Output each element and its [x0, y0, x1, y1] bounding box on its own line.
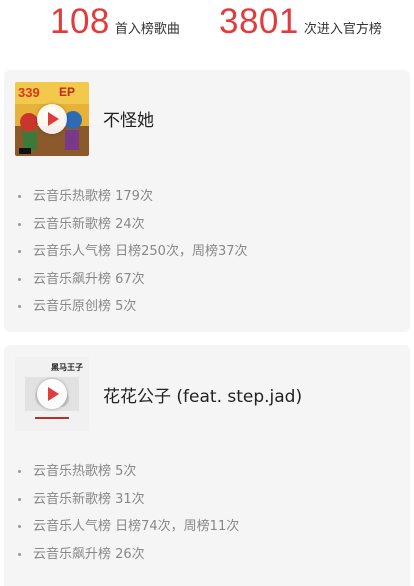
rank-text: 云音乐热歌榜 5次: [33, 464, 137, 479]
list-item: 云音乐新歌榜 31次: [18, 486, 239, 514]
song-title[interactable]: 不怪她: [103, 110, 154, 132]
dot-icon: [18, 250, 21, 254]
svg-text:339: 339: [18, 85, 40, 100]
album-cover[interactable]: 黑马王子: [15, 357, 89, 431]
chart-rank-list: 云音乐热歌榜 179次 云音乐新歌榜 24次 云音乐人气榜 日榜250次，周榜3…: [18, 183, 248, 321]
rank-text: 云音乐热歌榜 179次: [33, 189, 153, 204]
song-card: 339 EP 不怪她 云音乐热歌榜 179次 云音乐新歌榜 24次 云音乐人气榜…: [4, 70, 410, 332]
list-item: 云音乐飙升榜 67次: [18, 266, 248, 294]
song-title[interactable]: 花花公子 (feat. step.jad): [103, 386, 302, 408]
rank-text: 云音乐新歌榜 31次: [33, 491, 145, 507]
dot-icon: [18, 305, 21, 309]
dot-icon: [18, 552, 21, 556]
list-item: 云音乐原创榜 5次: [18, 293, 248, 321]
rank-text: 云音乐原创榜 5次: [33, 299, 137, 314]
stat-label: 首入榜歌曲: [114, 22, 180, 37]
list-item: 云音乐新歌榜 24次: [18, 211, 248, 239]
list-item: 云音乐人气榜 日榜250次，周榜37次: [18, 238, 248, 266]
rank-text: 云音乐飙升榜 67次: [33, 271, 145, 287]
dot-icon: [18, 497, 21, 501]
play-icon[interactable]: [37, 104, 67, 134]
svg-text:黑马王子: 黑马王子: [51, 362, 83, 372]
stat-first-entry-songs: 108 首入榜歌曲: [50, 2, 180, 42]
rank-text: 云音乐人气榜 日榜250次，周榜37次: [33, 244, 248, 259]
list-item: 云音乐热歌榜 179次: [18, 183, 248, 211]
list-item: 云音乐飙升榜 26次: [18, 541, 239, 569]
dot-icon: [18, 525, 21, 529]
stat-chart-entries: 3801 次进入官方榜: [219, 2, 382, 42]
svg-text:EP: EP: [59, 85, 75, 99]
dot-icon: [18, 470, 21, 474]
chart-rank-list: 云音乐热歌榜 5次 云音乐新歌榜 31次 云音乐人气榜 日榜74次，周榜11次 …: [18, 458, 239, 568]
song-card: 黑马王子 花花公子 (feat. step.jad) 云音乐热歌榜 5次 云音乐…: [4, 345, 410, 586]
dot-icon: [18, 277, 21, 281]
list-item: 云音乐热歌榜 5次: [18, 458, 239, 486]
stat-label: 次进入官方榜: [303, 22, 382, 37]
stat-number: 108: [50, 2, 110, 41]
album-cover[interactable]: 339 EP: [15, 82, 89, 156]
stat-number: 3801: [219, 2, 299, 41]
dot-icon: [18, 195, 21, 199]
rank-text: 云音乐新歌榜 24次: [33, 216, 145, 232]
play-icon[interactable]: [37, 379, 67, 409]
rank-text: 云音乐人气榜 日榜74次，周榜11次: [33, 519, 240, 534]
rank-text: 云音乐飙升榜 26次: [33, 546, 145, 562]
stats-bar: 108 首入榜歌曲 3801 次进入官方榜: [0, 0, 414, 60]
list-item: 云音乐人气榜 日榜74次，周榜11次: [18, 513, 239, 541]
dot-icon: [18, 222, 21, 226]
